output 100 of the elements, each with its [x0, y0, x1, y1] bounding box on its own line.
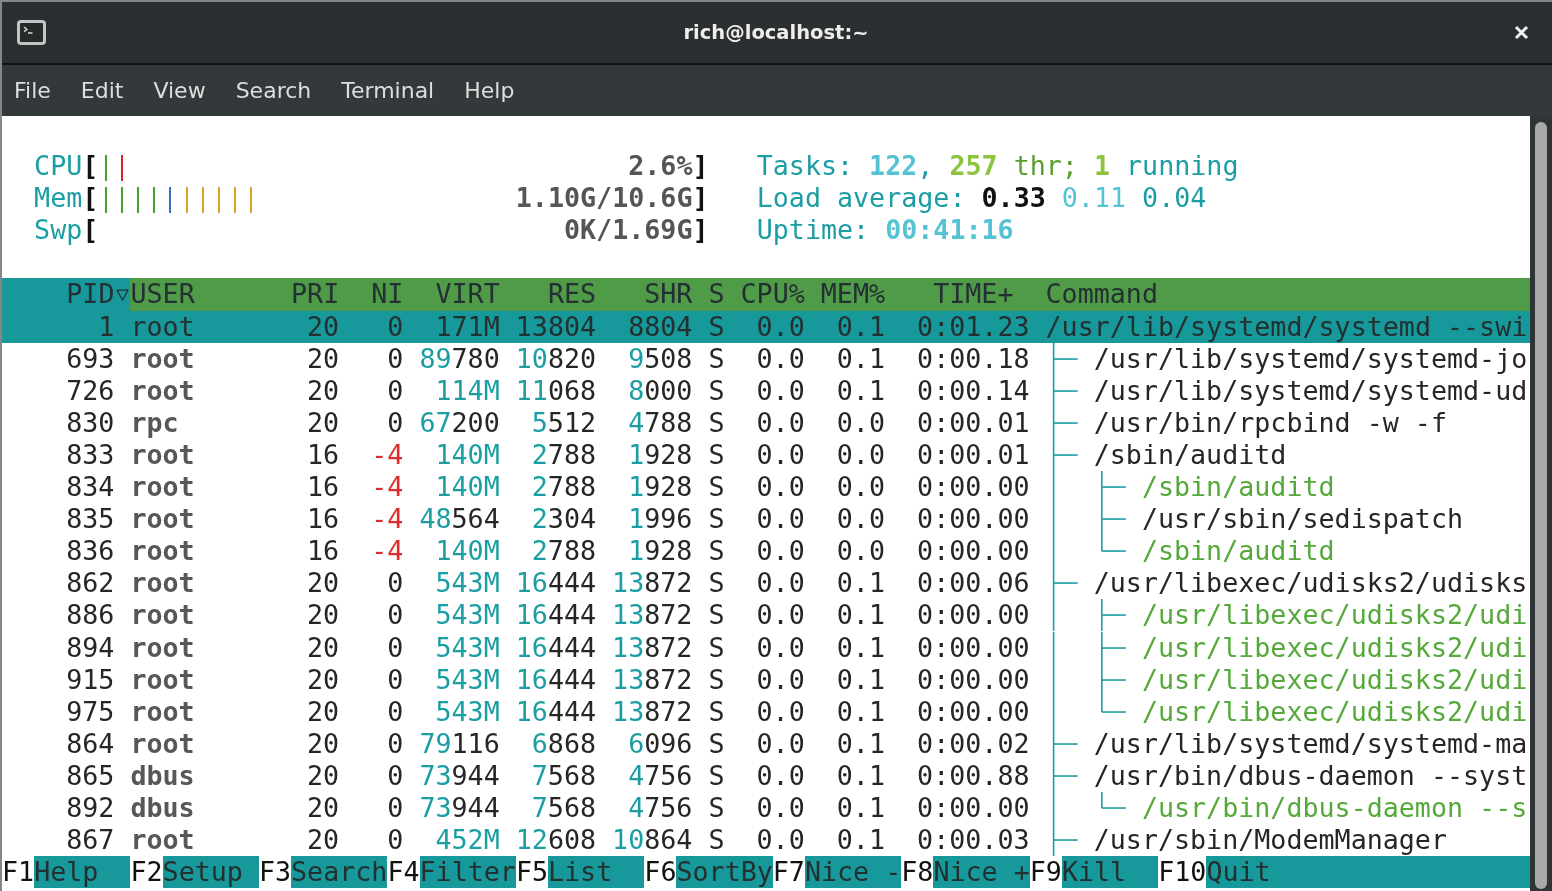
meter-bracket: ]	[692, 214, 709, 247]
process-state: S	[708, 727, 725, 759]
priority-value: 20	[307, 824, 340, 856]
function-key-button[interactable]: Nice -	[804, 856, 902, 889]
process-row[interactable]: 975 root 20 0 543M 16444 13872 S 0.0 0.1 0:00.00 /usr/libexec/udisks2/udi	[2, 695, 1530, 728]
process-row[interactable]: 830 rpc 20 0 67200 5512 4788 S 0.0 0.0 0:00.01 /usr/bin/rpcbind -w -f	[2, 406, 1530, 439]
menu-item[interactable]: File	[2, 65, 66, 116]
close-button[interactable]	[1514, 25, 1529, 40]
shared-memory: 8804	[628, 310, 693, 342]
column-header[interactable]: RES	[547, 278, 597, 310]
resident-memory: 10820	[515, 342, 597, 374]
menu-item[interactable]: Search	[220, 65, 327, 116]
process-row[interactable]: 726 root 20 0 114M 11068 8000 S 0.0 0.1 0:00.14 /usr/lib/systemd/systemd-ud	[2, 374, 1530, 407]
process-row[interactable]: 892 dbus 20 0 73944 7568 4756 S 0.0 0.1 0:00.00 /usr/bin/dbus-daemon --s	[2, 791, 1530, 825]
function-key-button[interactable]: Filter	[419, 856, 516, 889]
resident-memory: 2788	[531, 471, 597, 503]
function-key-button[interactable]: Help	[34, 856, 131, 889]
process-row[interactable]: 915 root 20 0 543M 16444 13872 S 0.0 0.1 0:00.00 /usr/libexec/udisks2/udi	[2, 663, 1530, 696]
key-hint: F7	[772, 856, 805, 889]
shared-memory: 9508	[628, 342, 693, 374]
column-header[interactable]: USER	[130, 278, 195, 310]
process-row[interactable]: 835 root 16 -4 48564 2304 1996 S 0.0 0.0 0:00.00 /usr/sbin/sedispatch	[2, 503, 1530, 536]
user-name: root	[130, 535, 195, 567]
priority-value: 20	[307, 727, 340, 759]
column-header[interactable]: Command	[1045, 278, 1158, 310]
scrollbar[interactable]	[1530, 116, 1552, 891]
column-header[interactable]: S	[708, 278, 725, 310]
menu-item[interactable]: Help	[449, 65, 530, 116]
shared-memory: 1928	[628, 535, 693, 567]
resident-memory: 7568	[531, 759, 597, 791]
meter-bracket: ]	[692, 182, 709, 215]
user-name: root	[130, 342, 195, 374]
column-header[interactable]: CPU%	[740, 278, 805, 310]
nice-value: -4	[371, 503, 404, 535]
process-row[interactable]: 867 root 20 0 452M 12608 10864 S 0.0 0.1 0:00.03 /usr/sbin/ModemManager	[2, 824, 1530, 857]
nice-value: 0	[387, 791, 404, 823]
function-key-button[interactable]: List	[548, 856, 645, 889]
process-row[interactable]: 862 root 20 0 543M 16444 13872 S 0.0 0.1 0:00.06 /usr/libexec/udisks2/udisks	[2, 567, 1530, 600]
function-key-button[interactable]: Kill	[1061, 856, 1159, 889]
shared-memory: 13872	[612, 599, 693, 631]
shared-memory: 4788	[628, 406, 693, 438]
process-row[interactable]: 864 root 20 0 79116 6868 6096 S 0.0 0.1 0:00.02 /usr/lib/systemd/systemd-ma	[2, 727, 1530, 760]
meter-label: Mem	[34, 182, 83, 215]
column-header[interactable]: PRI	[291, 278, 340, 310]
menu-item[interactable]: Terminal	[326, 65, 450, 116]
process-row[interactable]: 865 dbus 20 0 73944 7568 4756 S 0.0 0.1 0:00.88 /usr/bin/dbus-daemon --syst	[2, 759, 1530, 792]
meter-bracket: [	[82, 182, 99, 215]
process-id: 864	[66, 727, 115, 759]
function-key-button[interactable]: Setup	[162, 856, 259, 889]
cpu-time: 0:00.00	[917, 471, 1030, 503]
menu-item[interactable]: Edit	[65, 65, 139, 116]
shared-memory: 1928	[628, 438, 693, 470]
function-key-button[interactable]: Nice +	[933, 856, 1030, 889]
column-header[interactable]: TIME+	[933, 278, 1014, 310]
resident-memory: 2788	[531, 535, 597, 567]
priority-value: 20	[307, 567, 340, 599]
column-header[interactable]: SHR	[644, 278, 693, 310]
process-row[interactable]: 693 root 20 0 89780 10820 9508 S 0.0 0.1 0:00.18 /usr/lib/systemd/systemd-jo	[2, 342, 1530, 375]
column-header[interactable]: NI	[371, 278, 404, 310]
sort-down-icon	[115, 288, 129, 301]
command-text: /usr/lib/systemd/systemd-ud	[1093, 374, 1528, 407]
cpu-percent: 0.0	[756, 791, 805, 823]
priority-value: 16	[307, 503, 340, 535]
command-text: /usr/lib/systemd/systemd-ma	[1093, 727, 1528, 760]
priority-value: 20	[307, 374, 340, 406]
process-row[interactable]: 833 root 16 -4 140M 2788 1928 S 0.0 0.0 0:00.01 /sbin/auditd	[2, 438, 1530, 472]
nice-value: -4	[371, 438, 404, 470]
process-id: 867	[66, 824, 115, 856]
priority-value: 20	[307, 791, 340, 823]
cpu-time: 0:00.00	[917, 695, 1030, 727]
column-header[interactable]: VIRT	[435, 278, 500, 310]
process-row[interactable]: 886 root 20 0 543M 16444 13872 S 0.0 0.1 0:00.00 /usr/libexec/udisks2/udi	[2, 599, 1530, 632]
cpu-percent: 0.0	[756, 535, 805, 567]
nice-value: 0	[387, 342, 404, 374]
key-hint: F4	[387, 856, 420, 889]
process-row[interactable]: 894 root 20 0 543M 16444 13872 S 0.0 0.1 0:00.00 /usr/libexec/udisks2/udi	[2, 631, 1530, 664]
function-key-button[interactable]: Search	[291, 856, 388, 889]
nice-value: 0	[387, 695, 404, 727]
user-name: root	[130, 663, 195, 695]
resident-memory: 2788	[531, 438, 597, 470]
process-row[interactable]: 1 root 20 0 171M 13804 8804 S 0.0 0.1 0:01.23 /usr/lib/systemd/systemd --swi	[2, 310, 1530, 343]
memory-percent: 0.1	[836, 374, 885, 406]
scrollbar-thumb[interactable]	[1535, 122, 1547, 889]
function-key-button[interactable]: Quit	[1206, 856, 1530, 889]
summary-value: 00:41:16	[885, 214, 1014, 247]
virtual-memory: 67200	[419, 406, 500, 438]
memory-percent: 0.1	[836, 631, 885, 663]
process-id: 834	[66, 471, 115, 503]
virtual-memory: 543M	[435, 631, 500, 663]
resident-memory: 2304	[531, 503, 597, 535]
column-header[interactable]: MEM%	[820, 278, 886, 310]
function-key-button[interactable]: SortBy	[676, 856, 773, 889]
process-row[interactable]: 834 root 16 -4 140M 2788 1928 S 0.0 0.0 0:00.00 /sbin/auditd	[2, 471, 1530, 504]
load-value: 0.11	[1061, 182, 1127, 215]
process-row[interactable]: 836 root 16 -4 140M 2788 1928 S 0.0 0.0 0:00.00 /sbin/auditd	[2, 535, 1530, 568]
shared-memory: 13872	[612, 567, 693, 599]
meter-value: 2.6%	[628, 150, 693, 183]
column-header[interactable]: PID	[2, 278, 131, 311]
user-name: root	[130, 374, 195, 406]
menu-item[interactable]: View	[138, 65, 221, 116]
